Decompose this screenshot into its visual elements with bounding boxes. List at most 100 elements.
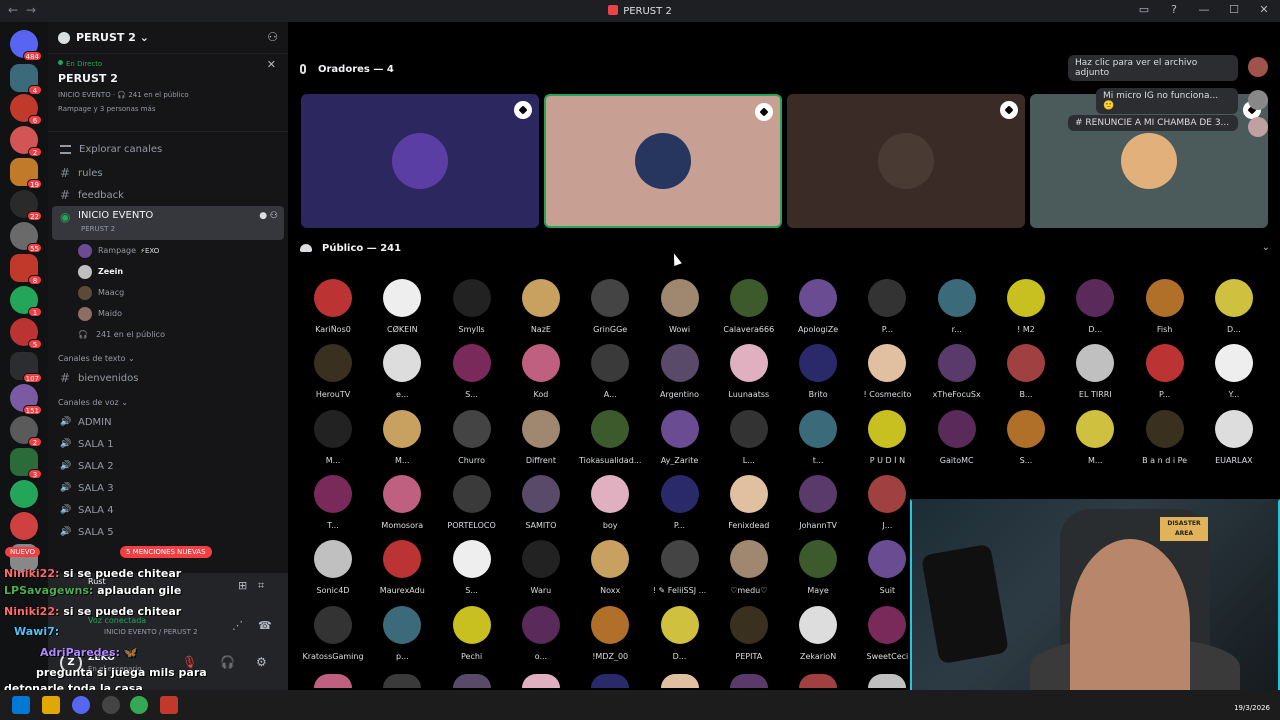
- stage-channel-active[interactable]: ◉ INICIO EVENTO PERUST 2 ● ⚇: [52, 206, 284, 240]
- chrome-taskbar-icon[interactable]: [130, 696, 148, 714]
- audience-member[interactable]: Waru: [509, 540, 573, 595]
- audience-member[interactable]: D...: [1063, 279, 1127, 334]
- audience-member[interactable]: Wowi: [648, 279, 712, 334]
- audience-member[interactable]: EUARLAX: [1202, 409, 1266, 465]
- audience-member[interactable]: P...: [855, 279, 919, 334]
- audience-member[interactable]: GrinGGe: [578, 279, 642, 334]
- avatar[interactable]: [1248, 117, 1268, 137]
- server-icon[interactable]: 2: [10, 126, 42, 157]
- audience-member[interactable]: S...: [994, 409, 1058, 465]
- audience-member[interactable]: p...: [370, 605, 434, 661]
- audience-member[interactable]: r...: [925, 279, 989, 334]
- close-icon[interactable]: ✕: [267, 58, 276, 71]
- avatar[interactable]: [383, 674, 422, 688]
- audience-member[interactable]: P...: [648, 474, 712, 530]
- audience-member[interactable]: D...: [648, 605, 712, 661]
- audience-member[interactable]: P...: [1133, 344, 1197, 399]
- server-icon[interactable]: [10, 512, 38, 540]
- audience-member[interactable]: Calavera666: [717, 279, 781, 334]
- chevron-down-icon[interactable]: ⌄: [1262, 242, 1270, 253]
- audience-member[interactable]: Argentino: [648, 344, 712, 399]
- voice-channel[interactable]: 🔊 SALA 1: [48, 433, 288, 455]
- audience-member[interactable]: Ay_Zarite: [648, 409, 712, 465]
- speaker-tile[interactable]: [787, 94, 1025, 228]
- audience-member[interactable]: t...: [786, 409, 850, 465]
- audience-member[interactable]: !MDZ_00: [578, 605, 642, 661]
- event-card[interactable]: En Directo PERUST 2 INICIO EVENTO · 🎧 24…: [48, 54, 288, 132]
- audience-member[interactable]: KratossGaming: [301, 605, 365, 661]
- audience-member[interactable]: xTheFocuSx: [925, 344, 989, 399]
- audience-member[interactable]: ZekarioN: [786, 605, 850, 661]
- server-icon[interactable]: 19: [10, 158, 42, 189]
- audience-member[interactable]: PORTELOCO: [440, 474, 504, 530]
- audience-member[interactable]: P U D Í N: [855, 409, 919, 465]
- voice-channel[interactable]: 🔊 SALA 4: [48, 499, 288, 521]
- soundboard-icon[interactable]: ⌗: [258, 579, 264, 593]
- audience-member[interactable]: boy: [578, 474, 642, 530]
- audience-member[interactable]: Fish: [1133, 279, 1197, 334]
- audience-member[interactable]: e...: [370, 344, 434, 399]
- audience-member[interactable]: MaurexAdu: [370, 540, 434, 595]
- channel-bienvenidos[interactable]: # bienvenidos: [48, 367, 288, 389]
- avatar[interactable]: [452, 674, 491, 688]
- audience-member[interactable]: Luunaatss: [717, 344, 781, 399]
- audience-member[interactable]: ApologiZe: [786, 279, 850, 334]
- voice-channel[interactable]: 🔊 SALA 5: [48, 521, 288, 543]
- speaker-tile[interactable]: [544, 94, 782, 228]
- audience-member[interactable]: KariÑos0: [301, 279, 365, 334]
- windows-start-icon[interactable]: [12, 696, 30, 714]
- audience-member[interactable]: S...: [440, 540, 504, 595]
- channel-rules[interactable]: # rules: [48, 162, 288, 184]
- audience-member[interactable]: M...: [1063, 409, 1127, 465]
- server-icon[interactable]: 4: [10, 64, 42, 95]
- app-taskbar-icon[interactable]: [160, 696, 178, 714]
- server-icon[interactable]: 5: [10, 318, 42, 349]
- chat-icon[interactable]: ● ⚇: [259, 211, 278, 221]
- noise-icon[interactable]: ⋰: [232, 619, 243, 632]
- discord-taskbar-icon[interactable]: [72, 696, 90, 714]
- audience-member[interactable]: CØKEIN: [370, 279, 434, 334]
- audience-member[interactable]: ♡medu♡: [717, 540, 781, 595]
- audience-member[interactable]: D...: [1202, 279, 1266, 334]
- server-icon[interactable]: 3: [10, 448, 42, 479]
- voice-user[interactable]: Maido: [48, 303, 288, 324]
- audience-member[interactable]: L...: [717, 409, 781, 465]
- audience-member[interactable]: Tiokasualidad...: [578, 409, 642, 465]
- channel-feedback[interactable]: # feedback: [48, 184, 288, 206]
- activity-icon[interactable]: ⊞: [238, 579, 247, 592]
- voice-channel[interactable]: 🔊 SALA 2: [48, 455, 288, 477]
- audience-member[interactable]: ! M2: [994, 279, 1058, 334]
- audience-member[interactable]: B a n d i Pe: [1133, 409, 1197, 465]
- audience-member[interactable]: PEPITA: [717, 605, 781, 661]
- audience-member[interactable]: A...: [578, 344, 642, 399]
- inbox-icon[interactable]: ▭: [1136, 3, 1152, 16]
- voice-user[interactable]: Zeein: [48, 261, 288, 282]
- audience-member[interactable]: Maye: [786, 540, 850, 595]
- audience-member[interactable]: B...: [994, 344, 1058, 399]
- audience-member[interactable]: M...: [301, 409, 365, 465]
- avatar[interactable]: [1248, 90, 1268, 110]
- audience-member[interactable]: Smylls: [440, 279, 504, 334]
- new-badge[interactable]: NUEVO: [5, 547, 40, 557]
- server-icon[interactable]: 6: [10, 94, 42, 125]
- server-icon[interactable]: 22: [10, 190, 42, 221]
- avatar[interactable]: [591, 674, 630, 688]
- server-icon[interactable]: 484: [10, 30, 42, 61]
- audience-member[interactable]: SAMITO: [509, 474, 573, 530]
- server-icon[interactable]: 151: [10, 384, 42, 415]
- guild-header[interactable]: PERUST 2 ⌄ ⚇: [48, 22, 288, 54]
- audience-member[interactable]: o...: [509, 605, 573, 661]
- server-icon[interactable]: [10, 480, 38, 508]
- avatar[interactable]: [868, 674, 907, 688]
- notification-toast[interactable]: Haz clic para ver el archivo adjunto: [1068, 55, 1238, 81]
- audience-member[interactable]: T...: [301, 474, 365, 530]
- audience-member[interactable]: M...: [370, 409, 434, 465]
- category-voice[interactable]: Canales de voz ⌄: [48, 389, 288, 411]
- speaker-tile[interactable]: [301, 94, 539, 228]
- audience-member[interactable]: S...: [440, 344, 504, 399]
- audience-member[interactable]: Kod: [509, 344, 573, 399]
- disconnect-icon[interactable]: ☎: [258, 619, 272, 632]
- voice-channel[interactable]: 🔊 SALA 3: [48, 477, 288, 499]
- audience-member[interactable]: Noxx: [578, 540, 642, 595]
- audience-member[interactable]: NazE: [509, 279, 573, 334]
